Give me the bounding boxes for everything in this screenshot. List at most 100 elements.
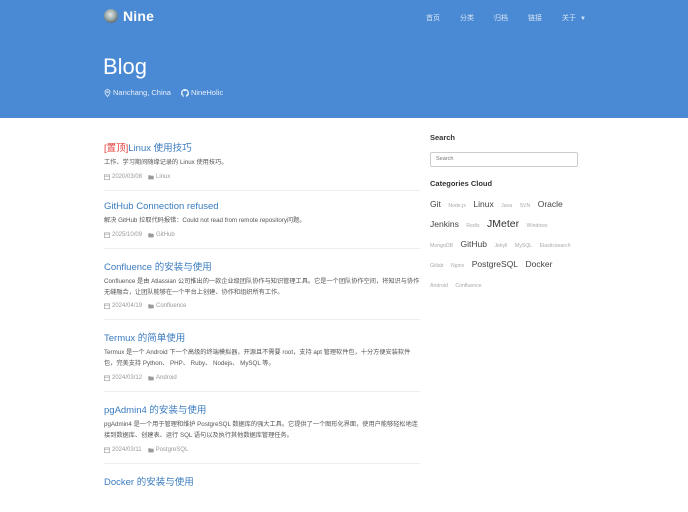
brand-name: Nine xyxy=(123,8,155,24)
nav-item-archives[interactable]: 归档 xyxy=(494,13,508,23)
post-excerpt: 工作、学习期间随缘记录的 Linux 使用技巧。 xyxy=(104,159,228,166)
list-item: pgAdmin4 的安装与使用 pgAdmin4 是一个用于管理和维护 Post… xyxy=(104,402,420,464)
nav-item-about[interactable]: 关于 ▼ xyxy=(562,13,586,23)
github-text: NineHolic xyxy=(190,88,224,97)
tag-link[interactable]: Redis xyxy=(466,223,479,229)
list-item: [置顶]Linux 使用技巧 工作、学习期间随缘记录的 Linux 使用技巧。 … xyxy=(104,140,420,191)
post-title: Linux 使用技巧 xyxy=(128,143,192,154)
post-title-link[interactable]: pgAdmin4 的安装与使用 xyxy=(104,402,420,416)
tag-link[interactable]: Elasticsearch xyxy=(540,243,571,249)
post-list: [置顶]Linux 使用技巧 工作、学习期间随缘记录的 Linux 使用技巧。 … xyxy=(104,136,420,508)
list-item: Confluence 的安装与使用 Confluence 是由 Atlassia… xyxy=(104,259,420,321)
sidebar: Search Categories Cloud Git Node.js Linu… xyxy=(430,133,580,293)
post-meta: 2024/03/12 Android xyxy=(104,375,420,381)
post-category-text: Linux xyxy=(156,173,171,180)
folder-icon xyxy=(148,175,154,180)
post-date-text: 2025/10/09 xyxy=(112,231,143,238)
tag-link[interactable]: Node.js xyxy=(448,203,466,209)
post-title-link[interactable]: Docker 的安装与使用 xyxy=(104,474,420,488)
post-excerpt: 解决 GitHub 拉取代码报错：Could not read from rem… xyxy=(104,216,306,224)
post-meta: 2020/03/08 Linux xyxy=(104,174,420,180)
brand-link[interactable]: Nine xyxy=(104,8,154,24)
search-input[interactable] xyxy=(430,151,578,167)
post-meta: 2024/03/11 PostgreSQL xyxy=(104,447,420,453)
tag-link[interactable]: Docker xyxy=(526,259,553,269)
tag-link[interactable]: Jenkins xyxy=(430,219,459,229)
calendar-icon xyxy=(104,303,110,310)
tag-link[interactable]: Git xyxy=(430,199,441,209)
post-category[interactable]: Confluence xyxy=(148,303,186,309)
post-excerpt: Confluence 是由 Atlassian 公司推出的一款企业级团队协作与知… xyxy=(104,277,420,296)
tag-link[interactable]: Oracle xyxy=(538,199,563,209)
page-title: Blog xyxy=(103,54,148,79)
nav-item-home[interactable]: 首页 xyxy=(426,13,440,23)
post-date: 2024/04/19 xyxy=(104,303,142,309)
list-item: GitHub Connection refused 解决 GitHub 拉取代码… xyxy=(104,201,420,249)
list-item: Docker 的安装与使用 xyxy=(104,474,420,498)
tag-link[interactable]: JMeter xyxy=(487,218,519,230)
post-category[interactable]: PostgreSQL xyxy=(147,446,189,453)
post-title-link[interactable]: Confluence 的安装与使用 xyxy=(104,259,420,273)
calendar-icon xyxy=(104,174,110,180)
nav-item-categories[interactable]: 分类 xyxy=(460,13,474,23)
post-excerpt: pgAdmin4 是一个用于管理和维护 PostgreSQL 数据库的强大工具。… xyxy=(104,421,418,439)
categories-cloud-heading: Categories Cloud xyxy=(430,178,493,188)
tag-link[interactable]: MongoDB xyxy=(430,243,453,249)
tag-link[interactable]: GitHub xyxy=(461,239,487,249)
calendar-icon xyxy=(104,232,110,238)
calendar-icon xyxy=(104,447,110,453)
tag-link[interactable]: Gitlab xyxy=(430,263,444,269)
post-title-link[interactable]: Termux 的简单使用 xyxy=(104,330,420,344)
tag-link[interactable]: Jekyll xyxy=(494,243,507,249)
location-text: Nanchang, China xyxy=(113,88,171,97)
post-date: 2024/03/11 xyxy=(104,447,142,453)
tag-cloud: Git Node.js Linux Java SVN Oracle Jenkin… xyxy=(430,193,580,293)
post-date-text: 2024/03/12 xyxy=(112,375,143,382)
post-date-text: 2024/03/11 xyxy=(112,446,142,453)
tag-link[interactable]: Nginx xyxy=(451,263,464,269)
github-icon xyxy=(180,88,189,97)
tag-link[interactable]: Android xyxy=(430,283,448,289)
folder-icon xyxy=(147,447,154,453)
post-meta: 2025/10/09 GitHub xyxy=(104,232,420,238)
post-category[interactable]: GitHub xyxy=(148,232,175,238)
post-date: 2020/03/08 xyxy=(104,174,142,180)
location-item: Nanchang, China xyxy=(104,88,171,97)
header-meta: Nanchang, China NineHolic xyxy=(104,88,233,97)
caret-down-icon: ▼ xyxy=(580,16,586,22)
tag-link[interactable]: Confluence xyxy=(455,283,481,289)
post-date: 2025/10/09 xyxy=(104,232,142,238)
post-category-text: Android xyxy=(156,375,177,382)
folder-icon xyxy=(148,304,154,309)
tag-link[interactable]: SVN xyxy=(520,203,531,209)
post-category[interactable]: Android xyxy=(148,375,177,381)
nav-item-links[interactable]: 链接 xyxy=(528,13,542,23)
github-link[interactable]: NineHolic xyxy=(180,88,224,97)
folder-icon xyxy=(148,376,154,381)
post-date: 2024/03/12 xyxy=(104,375,142,381)
nav-item-about-label: 关于 xyxy=(562,15,576,22)
post-title-link[interactable]: [置顶]Linux 使用技巧 xyxy=(104,140,420,154)
post-title-link[interactable]: GitHub Connection refused xyxy=(104,201,420,212)
main-nav: 首页 分类 归档 链接 关于 ▼ xyxy=(426,13,606,23)
tag-link[interactable]: Java xyxy=(501,203,512,209)
tag-link[interactable]: PostgreSQL xyxy=(472,259,518,269)
pinned-badge: [置顶] xyxy=(104,143,129,154)
post-category-text: Confluence xyxy=(156,303,187,310)
site-header: Nine 首页 分类 归档 链接 关于 ▼ Blog Nanchang, Chin… xyxy=(0,0,688,118)
post-meta: 2024/04/19 Confluence xyxy=(104,303,420,309)
post-date-text: 2020/03/08 xyxy=(112,173,143,180)
post-category[interactable]: Linux xyxy=(148,174,170,180)
tag-link[interactable]: MySQL xyxy=(515,243,532,249)
map-marker-icon xyxy=(104,88,111,97)
tag-link[interactable]: Linux xyxy=(473,199,493,209)
post-date-text: 2024/04/19 xyxy=(112,303,143,310)
folder-icon xyxy=(148,232,154,238)
calendar-icon xyxy=(104,375,110,382)
post-category-text: PostgreSQL xyxy=(155,446,189,453)
post-excerpt: Termux 是一个 Android 下一个高级的终端模拟器，开源且不需要 ro… xyxy=(104,349,411,368)
list-item: Termux 的简单使用 Termux 是一个 Android 下一个高级的终端… xyxy=(104,330,420,393)
tag-link[interactable]: Windows xyxy=(527,223,548,229)
post-category-text: GitHub xyxy=(156,231,175,238)
avatar xyxy=(104,9,118,23)
